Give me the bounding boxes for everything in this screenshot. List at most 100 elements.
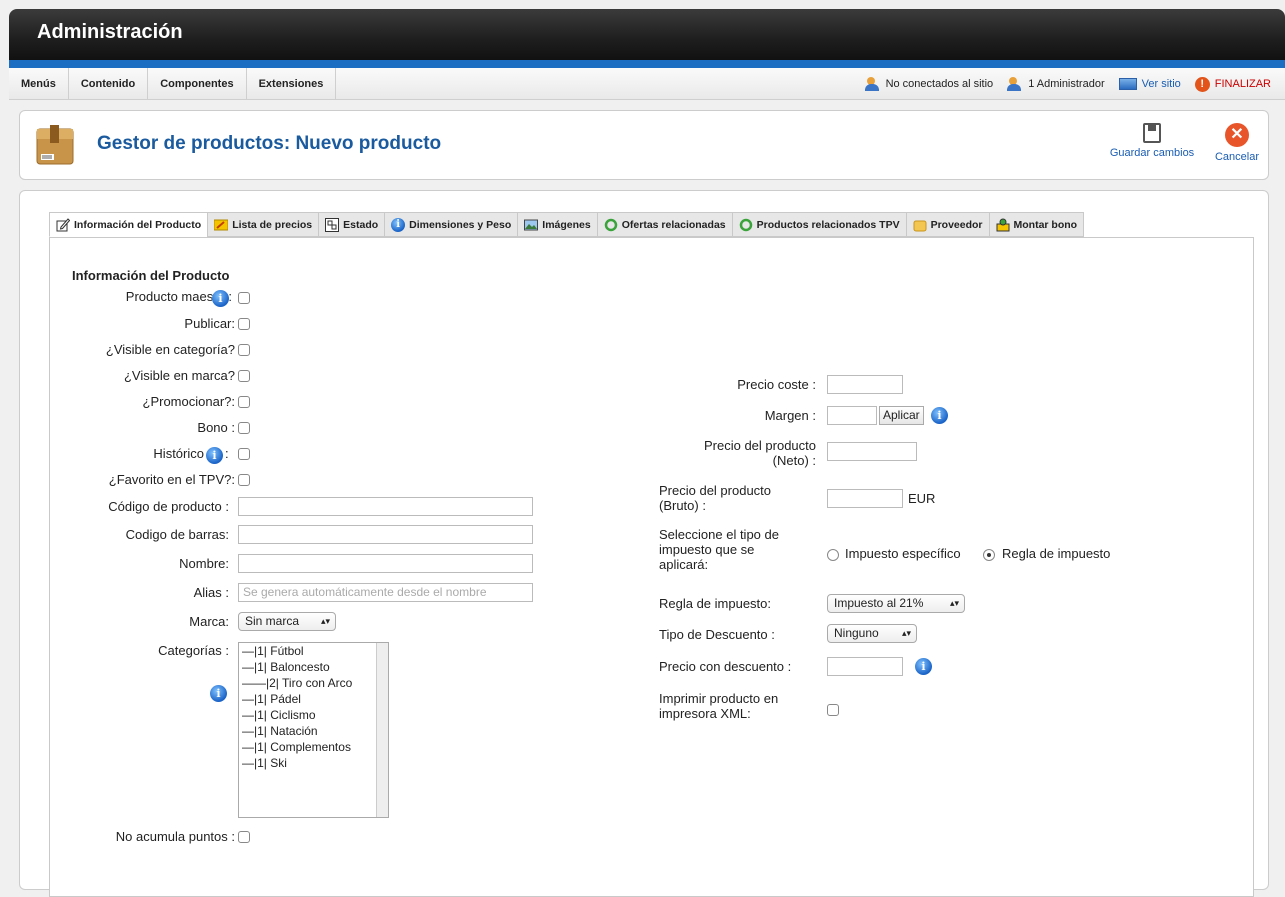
cost-price-input[interactable]: [827, 375, 903, 394]
brand-select[interactable]: Sin marca ▴▾: [238, 612, 336, 631]
gross-price-input[interactable]: [827, 489, 903, 508]
barcode-input[interactable]: [238, 525, 533, 544]
categories-listbox[interactable]: —|1| Fútbol —|1| Baloncesto ——|2| Tiro c…: [238, 642, 389, 818]
image-icon: [524, 219, 539, 230]
view-site-label[interactable]: Ver sitio: [1142, 78, 1181, 90]
master-checkbox[interactable]: [238, 292, 250, 304]
list-item[interactable]: —|1| Baloncesto: [239, 659, 388, 675]
menu-components[interactable]: Componentes: [148, 68, 247, 100]
tab-bar: Información del Producto Lista de precio…: [49, 212, 1085, 237]
discount-type-select[interactable]: Ninguno ▴▾: [827, 624, 917, 643]
tab-build-voucher[interactable]: Montar bono: [988, 212, 1085, 237]
alert-icon: !: [1194, 76, 1210, 92]
box-icon: [913, 220, 927, 231]
list-item[interactable]: —|1| Ski: [239, 755, 388, 771]
promote-label: ¿Promocionar?:: [142, 394, 235, 409]
tab-product-info[interactable]: Información del Producto: [49, 212, 208, 237]
logout-link[interactable]: ! FINALIZAR: [1194, 76, 1271, 92]
users-icon: [864, 77, 881, 91]
main-panel: Información del Producto Lista de precio…: [19, 190, 1269, 897]
voucher-label: Bono :: [197, 420, 235, 435]
apply-margin-button[interactable]: Aplicar: [879, 406, 924, 425]
save-icon: [1143, 123, 1161, 143]
list-item[interactable]: —|1| Fútbol: [239, 643, 388, 659]
categories-info-icon[interactable]: i: [210, 685, 227, 702]
net-price-label: Precio del producto (Neto) :: [704, 438, 816, 468]
list-item[interactable]: —|1| Natación: [239, 723, 388, 739]
list-item[interactable]: —|1| Ciclismo: [239, 707, 388, 723]
list-item[interactable]: —|1| Pádel: [239, 691, 388, 707]
tax-type-label: Seleccione el tipo de impuesto que se ap…: [659, 527, 779, 572]
tax-rule-label: Regla de impuesto:: [659, 596, 772, 611]
history-checkbox[interactable]: [238, 448, 250, 460]
logout-label[interactable]: FINALIZAR: [1215, 78, 1271, 90]
cancel-button[interactable]: ✕ Cancelar: [1208, 123, 1266, 163]
currency-label: EUR: [908, 491, 936, 506]
list-item[interactable]: ——|2| Tiro con Arco: [239, 675, 388, 691]
brand-select-value: Sin marca: [245, 614, 300, 628]
status-icon: [325, 217, 340, 232]
admins-label: 1 Administrador: [1028, 78, 1105, 90]
tab-supplier[interactable]: Proveedor: [905, 212, 989, 237]
name-input[interactable]: [238, 554, 533, 573]
tax-rule-radio[interactable]: [983, 549, 995, 561]
net-price-input[interactable]: [827, 442, 917, 461]
history-label: Histórico: [153, 446, 204, 461]
view-site-link[interactable]: Ver sitio: [1118, 78, 1181, 90]
product-code-input[interactable]: [238, 497, 533, 516]
no-points-checkbox[interactable]: [238, 831, 250, 843]
tax-specific-radio[interactable]: [827, 549, 839, 561]
visible-brand-checkbox[interactable]: [238, 370, 250, 382]
tax-rule-select[interactable]: Impuesto al 21% ▴▾: [827, 594, 965, 613]
visible-category-checkbox[interactable]: [238, 344, 250, 356]
promote-checkbox[interactable]: [238, 396, 250, 408]
discount-price-label: Precio con descuento :: [659, 659, 792, 674]
package-icon: [36, 125, 74, 165]
tab-dimensions[interactable]: i Dimensiones y Peso: [384, 212, 518, 237]
tax-rule-option-label: Regla de impuesto: [1002, 546, 1111, 561]
save-label: Guardar cambios: [1109, 147, 1195, 159]
discount-price-info-icon[interactable]: i: [915, 658, 932, 675]
tab-related-offers[interactable]: Ofertas relacionadas: [596, 212, 732, 237]
publish-checkbox[interactable]: [238, 318, 250, 330]
history-info-icon[interactable]: i: [206, 447, 223, 464]
no-points-label: No acumula puntos :: [115, 829, 235, 844]
brand-label: Marca:: [189, 614, 229, 629]
tab-images[interactable]: Imágenes: [517, 212, 597, 237]
favorite-checkbox[interactable]: [238, 474, 250, 486]
discount-price-input[interactable]: [827, 657, 903, 676]
voucher-icon: [996, 218, 1010, 231]
menu-extensions[interactable]: Extensiones: [247, 68, 337, 100]
save-button[interactable]: Guardar cambios: [1102, 123, 1202, 159]
section-title: Información del Producto: [72, 268, 230, 283]
menu-menus[interactable]: Menús: [9, 68, 69, 100]
voucher-checkbox[interactable]: [238, 422, 250, 434]
page-title: Gestor de productos: Nuevo producto: [97, 133, 442, 154]
name-label: Nombre:: [179, 556, 229, 571]
margin-label: Margen :: [764, 408, 816, 423]
tab-price-list[interactable]: Lista de precios: [207, 212, 319, 237]
print-xml-checkbox[interactable]: [827, 704, 839, 716]
refresh-icon: [604, 218, 617, 231]
discount-type-label: Tipo de Descuento :: [659, 627, 775, 642]
tab-label: Imágenes: [542, 218, 591, 231]
menu-content[interactable]: Contenido: [69, 68, 149, 100]
select-arrows-icon: ▴▾: [949, 598, 959, 608]
tax-specific-label: Impuesto específico: [845, 546, 961, 561]
tab-status[interactable]: Estado: [318, 212, 385, 237]
net-price-label-line1: Precio del producto: [703, 438, 816, 453]
tab-label: Productos relacionados TPV: [756, 218, 900, 231]
listbox-scrollbar[interactable]: [376, 643, 388, 817]
monitor-icon: [1118, 78, 1137, 90]
tab-related-pos-products[interactable]: Productos relacionados TPV: [731, 212, 906, 237]
list-item[interactable]: —|1| Complementos: [239, 739, 388, 755]
margin-info-icon[interactable]: i: [931, 407, 948, 424]
visitors-label: No conectados al sitio: [885, 78, 994, 90]
margin-input[interactable]: [827, 406, 877, 425]
alias-input[interactable]: Se genera automáticamente desde el nombr…: [238, 583, 533, 602]
print-xml-label-line2: impresora XML:: [659, 706, 751, 721]
select-arrows-icon: ▴▾: [320, 616, 330, 626]
admin-header: Administración: [9, 9, 1285, 60]
master-info-icon[interactable]: i: [212, 290, 229, 307]
visible-brand-label: ¿Visible en marca?: [123, 368, 235, 383]
